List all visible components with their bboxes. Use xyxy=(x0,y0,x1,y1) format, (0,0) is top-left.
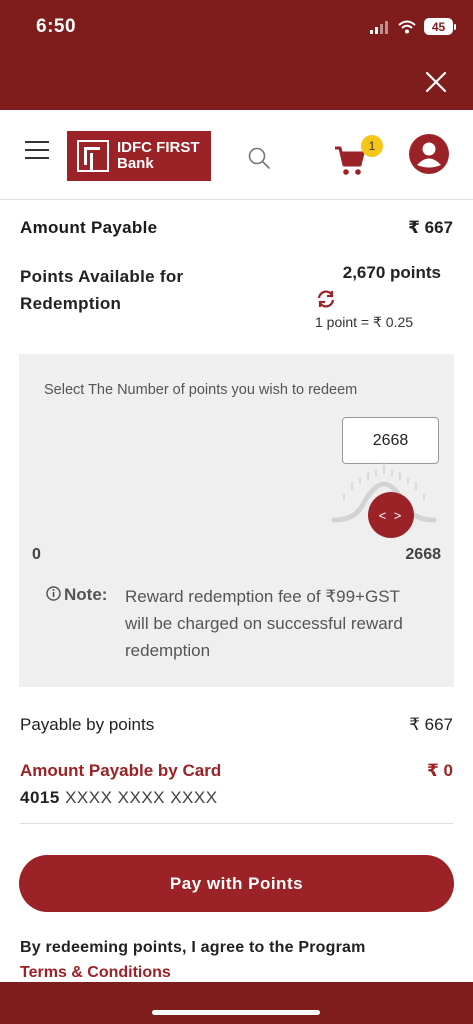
slider-thumb[interactable]: < > xyxy=(368,492,414,538)
slider-max-label: 2668 xyxy=(405,546,441,563)
logo-line-1: IDFC FIRST xyxy=(117,139,200,156)
logo-mark-icon xyxy=(77,140,109,172)
amount-payable-label: Amount Payable xyxy=(20,218,158,237)
card-number: 4015 XXXX XXXX XXXX xyxy=(20,788,218,808)
points-available-label: Points Available for Redemption xyxy=(20,267,184,313)
amount-by-card-label: Amount Payable by Card xyxy=(20,761,222,780)
status-time: 6:50 xyxy=(36,16,77,37)
note-label: Note: xyxy=(64,585,108,604)
bottom-bar xyxy=(0,982,473,1024)
points-input[interactable] xyxy=(342,417,439,464)
amount-by-card-value: ₹ 0 xyxy=(426,761,453,780)
menu-icon[interactable] xyxy=(25,141,49,159)
close-icon xyxy=(425,71,447,93)
note-text: Reward redemption fee of ₹99+GST will be… xyxy=(125,587,403,660)
card-prefix: 4015 xyxy=(20,788,60,807)
conversion-rate: 1 point = ₹ 0.25 xyxy=(315,314,414,330)
pay-with-points-button[interactable]: Pay with Points xyxy=(19,855,454,912)
payment-sheet: IDFC FIRST Bank 1 Amount Payable ₹ 667 P… xyxy=(0,110,473,982)
agreement-text: By redeeming points, I agree to the Prog… xyxy=(20,939,366,956)
search-icon[interactable] xyxy=(247,146,271,170)
slider-min-label: 0 xyxy=(32,546,41,563)
card-masked: XXXX XXXX XXXX xyxy=(65,788,218,807)
payable-by-points-value: ₹ 667 xyxy=(409,715,453,734)
logo-line-2: Bank xyxy=(117,155,154,172)
status-icons: 45 xyxy=(370,18,456,35)
home-indicator[interactable] xyxy=(152,1010,320,1015)
refresh-icon[interactable] xyxy=(316,290,336,308)
terms-link[interactable]: Terms & Conditions xyxy=(20,964,171,982)
cellular-signal-icon xyxy=(370,20,390,34)
cart-count-badge: 1 xyxy=(361,135,383,157)
close-button[interactable] xyxy=(425,71,447,93)
payable-by-points-label: Payable by points xyxy=(20,715,155,734)
points-available-value: 2,670 points xyxy=(342,263,441,282)
battery-level: 45 xyxy=(431,19,446,34)
amount-payable-value: ₹ 667 xyxy=(408,218,453,237)
wifi-icon xyxy=(398,20,416,34)
top-bar: 6:50 45 xyxy=(0,0,473,110)
battery-icon: 45 xyxy=(424,18,456,35)
info-icon xyxy=(46,586,61,601)
profile-icon[interactable] xyxy=(409,134,449,174)
divider xyxy=(20,823,453,824)
app-header: IDFC FIRST Bank 1 xyxy=(0,110,473,200)
bank-logo[interactable]: IDFC FIRST Bank xyxy=(67,131,211,181)
slider-instruction: Select The Number of points you wish to … xyxy=(44,382,358,398)
points-slider-panel: Select The Number of points you wish to … xyxy=(19,354,454,687)
